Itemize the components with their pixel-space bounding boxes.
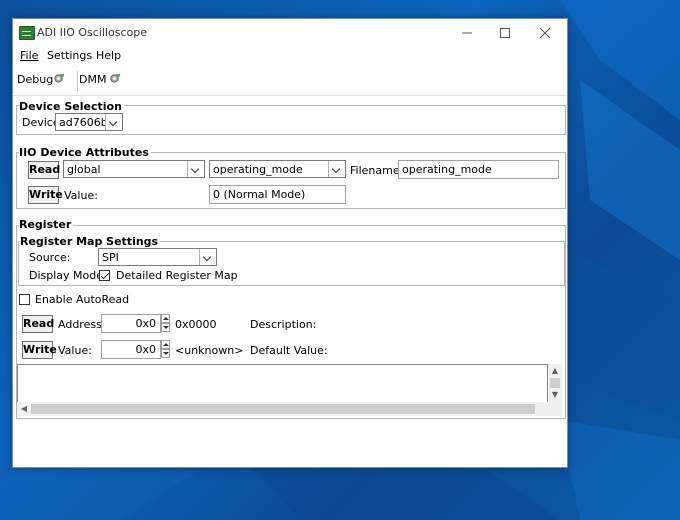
device-combo[interactable]: ad7606b bbox=[55, 113, 123, 131]
register-value-stepper[interactable] bbox=[161, 340, 171, 359]
dmm-plugin-tab[interactable]: DMM bbox=[79, 73, 106, 86]
scroll-down-icon[interactable]: ▼ bbox=[548, 390, 562, 399]
chevron-down-icon[interactable] bbox=[187, 161, 204, 177]
dmm-gear-icon[interactable] bbox=[109, 73, 120, 84]
close-button[interactable] bbox=[527, 23, 563, 43]
description-label: Description: bbox=[250, 318, 317, 331]
spin-down-icon[interactable] bbox=[161, 323, 170, 332]
chevron-down-icon[interactable] bbox=[328, 161, 345, 177]
address-stepper[interactable] bbox=[161, 314, 171, 333]
detailed-register-map-checkbox[interactable] bbox=[99, 270, 110, 281]
title-bar[interactable]: ADI IIO Oscilloscope bbox=[13, 19, 567, 47]
register-title: Register bbox=[19, 218, 74, 231]
device-combo-value: ad7606b bbox=[59, 116, 108, 129]
attribute-combo-value: operating_mode bbox=[213, 163, 303, 176]
enable-autoread-label: Enable AutoRead bbox=[35, 293, 130, 306]
channel-combo[interactable]: global bbox=[63, 160, 205, 178]
register-value-label: Value: bbox=[58, 344, 92, 357]
source-combo-value: SPI bbox=[102, 251, 119, 264]
spin-up-icon[interactable] bbox=[161, 314, 170, 323]
menu-settings[interactable]: Settings bbox=[47, 49, 92, 62]
register-value-text: <unknown> bbox=[175, 344, 244, 357]
attribute-combo[interactable]: operating_mode bbox=[209, 160, 346, 178]
scroll-up-icon[interactable]: ▲ bbox=[548, 366, 562, 375]
address-label: Address: bbox=[58, 318, 106, 331]
register-value-spinbox[interactable]: 0x0 bbox=[101, 340, 161, 359]
address-spinbox[interactable]: 0x0 bbox=[101, 314, 161, 333]
horizontal-scrollbar[interactable]: ◀ bbox=[17, 402, 548, 416]
maximize-icon bbox=[500, 28, 510, 38]
menu-bar: File Settings Help bbox=[13, 47, 567, 65]
address-value: 0x0 bbox=[135, 317, 156, 330]
toolbar-bottom-line bbox=[13, 95, 567, 96]
spin-down-icon[interactable] bbox=[161, 349, 170, 358]
menu-help[interactable]: Help bbox=[96, 49, 121, 62]
menu-file[interactable]: File bbox=[20, 49, 38, 62]
filename-value: operating_mode bbox=[402, 163, 492, 176]
spin-up-icon[interactable] bbox=[161, 340, 170, 349]
toolbar-separator bbox=[77, 71, 78, 91]
app-icon bbox=[19, 26, 35, 40]
iio-value-field[interactable]: 0 (Normal Mode) bbox=[209, 185, 346, 204]
scroll-left-icon[interactable]: ◀ bbox=[17, 404, 31, 413]
default-value-label: Default Value: bbox=[250, 344, 328, 357]
source-label: Source: bbox=[29, 251, 71, 264]
vertical-scrollbar[interactable]: ▲ ▼ bbox=[548, 364, 562, 416]
display-mode-label: Display Mode: bbox=[29, 269, 107, 282]
main-window: ADI IIO Oscilloscope File Settings Help … bbox=[12, 18, 568, 468]
register-read-button[interactable]: Read bbox=[22, 315, 54, 333]
vertical-scroll-thumb[interactable] bbox=[550, 378, 560, 388]
toolbar: Debug DMM bbox=[13, 67, 567, 91]
iio-write-button[interactable]: Write bbox=[28, 186, 63, 204]
debug-gear-icon[interactable] bbox=[53, 73, 64, 84]
close-icon bbox=[539, 27, 551, 39]
minimize-button[interactable] bbox=[449, 23, 485, 43]
minimize-icon bbox=[462, 32, 472, 34]
debug-plugin-tab[interactable]: Debug bbox=[17, 73, 53, 86]
enable-autoread-checkbox[interactable] bbox=[19, 294, 30, 305]
source-combo[interactable]: SPI bbox=[98, 248, 217, 266]
register-value-value: 0x0 bbox=[135, 343, 156, 356]
horizontal-scroll-thumb[interactable] bbox=[31, 404, 535, 414]
iio-value-value: 0 (Normal Mode) bbox=[213, 188, 306, 201]
address-hex-value: 0x0000 bbox=[175, 318, 217, 331]
filename-label: Filename: bbox=[350, 164, 404, 177]
register-write-button[interactable]: Write bbox=[22, 341, 57, 359]
channel-combo-value: global bbox=[67, 163, 101, 176]
chevron-down-icon[interactable] bbox=[105, 114, 122, 130]
window-title: ADI IIO Oscilloscope bbox=[37, 26, 147, 39]
filename-field[interactable]: operating_mode bbox=[398, 160, 559, 179]
register-map-settings-title: Register Map Settings bbox=[20, 235, 161, 248]
device-label: Device bbox=[22, 116, 60, 129]
maximize-button[interactable] bbox=[487, 23, 523, 43]
iio-attributes-title: IIO Device Attributes bbox=[19, 146, 151, 159]
iio-read-button[interactable]: Read bbox=[28, 161, 60, 179]
chevron-down-icon[interactable] bbox=[199, 249, 216, 265]
detailed-register-map-label: Detailed Register Map bbox=[116, 269, 238, 282]
device-selection-title: Device Selection bbox=[19, 100, 124, 113]
iio-value-label: Value: bbox=[64, 189, 98, 202]
